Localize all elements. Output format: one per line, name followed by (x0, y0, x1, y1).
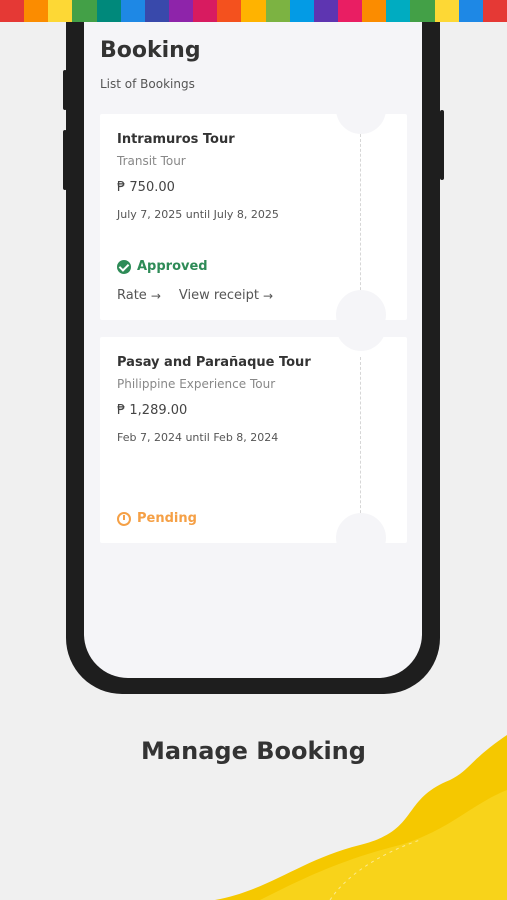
banner-tile (458, 0, 483, 22)
banner-tile (362, 0, 387, 22)
banner-tile (265, 0, 290, 22)
banner-tile (24, 0, 49, 22)
banner-tile (0, 0, 25, 22)
banner-tile (434, 0, 459, 22)
wave-decoration (215, 735, 507, 900)
banner-tile (168, 0, 194, 22)
banner-tile (289, 0, 314, 22)
banner-tile (217, 0, 242, 22)
feature-caption: Manage Booking (141, 737, 366, 765)
banner-tile (72, 0, 97, 22)
banner-tile (410, 0, 435, 22)
banner-tile (482, 0, 507, 22)
banner-tile (313, 0, 338, 22)
decorative-banner (0, 0, 507, 22)
banner-tile (386, 0, 411, 22)
banner-tile (193, 0, 218, 22)
banner-tile (337, 0, 363, 22)
banner-tile (96, 0, 121, 22)
banner-tile (120, 0, 145, 22)
banner-tile (241, 0, 266, 22)
banner-tile (144, 0, 169, 22)
banner-tile (48, 0, 73, 22)
